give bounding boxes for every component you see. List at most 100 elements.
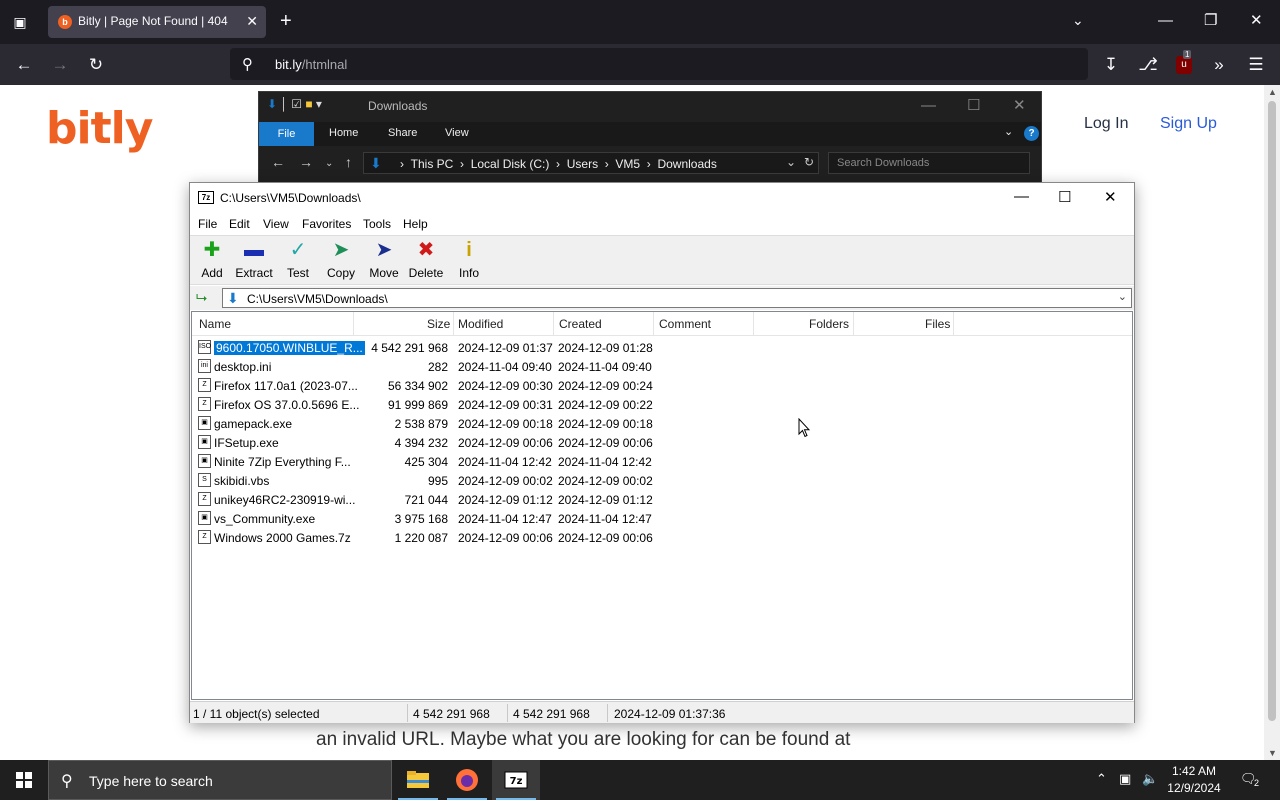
- back-icon[interactable]: ←: [11, 52, 37, 78]
- reload-icon[interactable]: ↻: [83, 52, 109, 78]
- copy-button[interactable]: ➤ Copy: [319, 238, 363, 284]
- explorer-refresh-icon[interactable]: ↻: [804, 155, 814, 169]
- hamburger-menu-icon[interactable]: ☰: [1243, 52, 1269, 78]
- explorer-up-icon[interactable]: ↑: [345, 154, 352, 170]
- file-row[interactable]: ini desktop.ini 282 2024-11-04 09:40 2024-11…: [192, 357, 1132, 376]
- menu-tools[interactable]: Tools: [363, 217, 391, 231]
- crumb-vm5[interactable]: VM5: [615, 157, 640, 171]
- extract-button[interactable]: ▬ Extract: [232, 238, 276, 284]
- file-row[interactable]: ▣ IFSetup.exe 4 394 232 2024-12-09 00:06 202…: [192, 433, 1132, 452]
- file-row[interactable]: Z Firefox OS 37.0.0.5696 E... 91 999 869 20…: [192, 395, 1132, 414]
- column-name[interactable]: Name: [199, 317, 231, 331]
- recent-locations-icon[interactable]: ⌄: [325, 158, 333, 169]
- explorer-maximize-icon[interactable]: ☐: [967, 97, 980, 115]
- clock-date[interactable]: 12/9/2024: [1164, 781, 1224, 795]
- file-row[interactable]: ▣ Ninite 7Zip Everything F... 425 304 2024-…: [192, 452, 1132, 471]
- crumb-users[interactable]: Users: [567, 157, 598, 171]
- column-folders[interactable]: Folders: [809, 317, 849, 331]
- taskbar-file-explorer[interactable]: [394, 760, 442, 800]
- explorer-tab-view[interactable]: View: [445, 127, 469, 139]
- crumb-this-pc[interactable]: This PC: [411, 157, 454, 171]
- file-row[interactable]: ▣ vs_Community.exe 3 975 168 2024-11-04 12:…: [192, 509, 1132, 528]
- column-created[interactable]: Created: [559, 317, 602, 331]
- overflow-icon[interactable]: »: [1206, 52, 1232, 78]
- close-window-icon[interactable]: ✕: [1250, 12, 1263, 30]
- test-button[interactable]: ✓ Test: [276, 238, 320, 284]
- file-row[interactable]: Z Firefox 117.0a1 (2023-07... 56 334 902 20…: [192, 376, 1132, 395]
- signup-link[interactable]: Sign Up: [1160, 115, 1217, 133]
- tab-list-icon[interactable]: ▣: [8, 10, 32, 34]
- crumb-local-disk[interactable]: Local Disk (C:): [471, 157, 550, 171]
- explorer-minimize-icon[interactable]: —: [921, 97, 936, 115]
- 7zip-minimize-icon[interactable]: —: [1014, 188, 1029, 205]
- address-dropdown-icon[interactable]: ⌄: [786, 155, 796, 169]
- scroll-down-icon[interactable]: ▼: [1268, 748, 1277, 758]
- explorer-tab-share[interactable]: Share: [388, 127, 417, 139]
- help-icon[interactable]: ?: [1024, 126, 1039, 141]
- tab-close-icon[interactable]: ✕: [246, 13, 258, 30]
- column-separator[interactable]: [953, 312, 954, 336]
- explorer-tab-file[interactable]: File: [259, 122, 314, 146]
- menu-file[interactable]: File: [198, 217, 217, 231]
- crumb-downloads[interactable]: Downloads: [657, 157, 716, 171]
- column-separator[interactable]: [653, 312, 654, 336]
- restore-icon[interactable]: ❐: [1204, 12, 1217, 30]
- clock-time[interactable]: 1:42 AM: [1164, 764, 1224, 778]
- explorer-tab-home[interactable]: Home: [329, 127, 358, 139]
- downloads-icon[interactable]: ↧: [1098, 52, 1124, 78]
- move-button[interactable]: ➤ Move: [362, 238, 406, 284]
- column-modified[interactable]: Modified: [458, 317, 503, 331]
- taskbar-7zip[interactable]: 7z: [492, 760, 540, 800]
- explorer-search-input[interactable]: Search Downloads: [828, 152, 1030, 174]
- ribbon-expand-icon[interactable]: ⌄: [1004, 125, 1013, 138]
- menu-view[interactable]: View: [263, 217, 289, 231]
- add-button[interactable]: ✚ Add: [190, 238, 234, 284]
- new-tab-icon[interactable]: +: [280, 10, 292, 32]
- 7zip-close-icon[interactable]: ✕: [1104, 188, 1117, 206]
- column-comment[interactable]: Comment: [659, 317, 711, 331]
- minimize-icon[interactable]: —: [1158, 12, 1173, 30]
- file-row[interactable]: ISO 9600.17050.WINBLUE_R... 4 542 291 968 2…: [192, 338, 1132, 357]
- page-scrollbar[interactable]: ▲ ▼: [1264, 85, 1280, 760]
- column-separator[interactable]: [453, 312, 454, 336]
- forward-icon[interactable]: →: [47, 52, 73, 78]
- volume-muted-icon[interactable]: 🔈: [1142, 771, 1158, 787]
- 7zip-titlebar[interactable]: 7z C:\Users\VM5\Downloads\ — ☐ ✕: [190, 183, 1134, 213]
- network-icon[interactable]: ▣: [1119, 771, 1131, 787]
- scrollbar-thumb[interactable]: [1268, 101, 1276, 721]
- column-separator[interactable]: [353, 312, 354, 336]
- login-link[interactable]: Log In: [1084, 115, 1128, 133]
- chevron-down-icon[interactable]: ⌄: [1072, 12, 1084, 29]
- 7zip-path-combobox[interactable]: ⬇ C:\Users\VM5\Downloads\ ⌄: [222, 288, 1132, 308]
- info-button[interactable]: i Info: [447, 238, 491, 284]
- column-separator[interactable]: [553, 312, 554, 336]
- 7zip-maximize-icon[interactable]: ☐: [1058, 188, 1071, 206]
- bitly-logo[interactable]: bitly: [46, 103, 153, 154]
- taskbar-firefox[interactable]: [443, 760, 491, 800]
- explorer-back-icon[interactable]: ←: [271, 154, 285, 170]
- column-separator[interactable]: [753, 312, 754, 336]
- column-separator[interactable]: [853, 312, 854, 336]
- file-row[interactable]: Z Windows 2000 Games.7z 1 220 087 2024-12-0…: [192, 528, 1132, 547]
- file-row[interactable]: Zunikey46RC2-230919-wi... 721 044 2024-12-…: [192, 490, 1132, 509]
- column-size[interactable]: Size: [427, 317, 450, 331]
- url-bar[interactable]: ⚲ bit.ly/htmlnal: [230, 48, 1088, 80]
- menu-help[interactable]: Help: [403, 217, 428, 231]
- 7zip-file-list[interactable]: Name Size Modified Created Comment Folde…: [191, 311, 1133, 700]
- folder-up-icon[interactable]: ⮡: [196, 289, 207, 306]
- path-dropdown-icon[interactable]: ⌄: [1118, 290, 1127, 303]
- menu-favorites[interactable]: Favorites: [302, 217, 351, 231]
- explorer-close-icon[interactable]: ✕: [1013, 97, 1026, 115]
- file-row[interactable]: Sskibidi.vbs 995 2024-12-09 00:02 2024-12-0…: [192, 471, 1132, 490]
- delete-button[interactable]: ✖ Delete: [404, 238, 448, 284]
- explorer-breadcrumb[interactable]: › This PC › Local Disk (C:) › Users › VM…: [400, 157, 717, 171]
- start-button[interactable]: [0, 760, 48, 800]
- extensions-icon[interactable]: ⎇: [1135, 52, 1161, 78]
- browser-tab[interactable]: b Bitly | Page Not Found | 404 ✕: [48, 6, 266, 38]
- show-hidden-icons-icon[interactable]: ⌃: [1096, 771, 1107, 787]
- scroll-up-icon[interactable]: ▲: [1268, 87, 1277, 97]
- taskbar-search-box[interactable]: ⚲ Type here to search: [48, 760, 392, 800]
- menu-edit[interactable]: Edit: [229, 217, 250, 231]
- url-text[interactable]: bit.ly/htmlnal: [275, 57, 347, 72]
- explorer-forward-icon[interactable]: →: [299, 154, 313, 170]
